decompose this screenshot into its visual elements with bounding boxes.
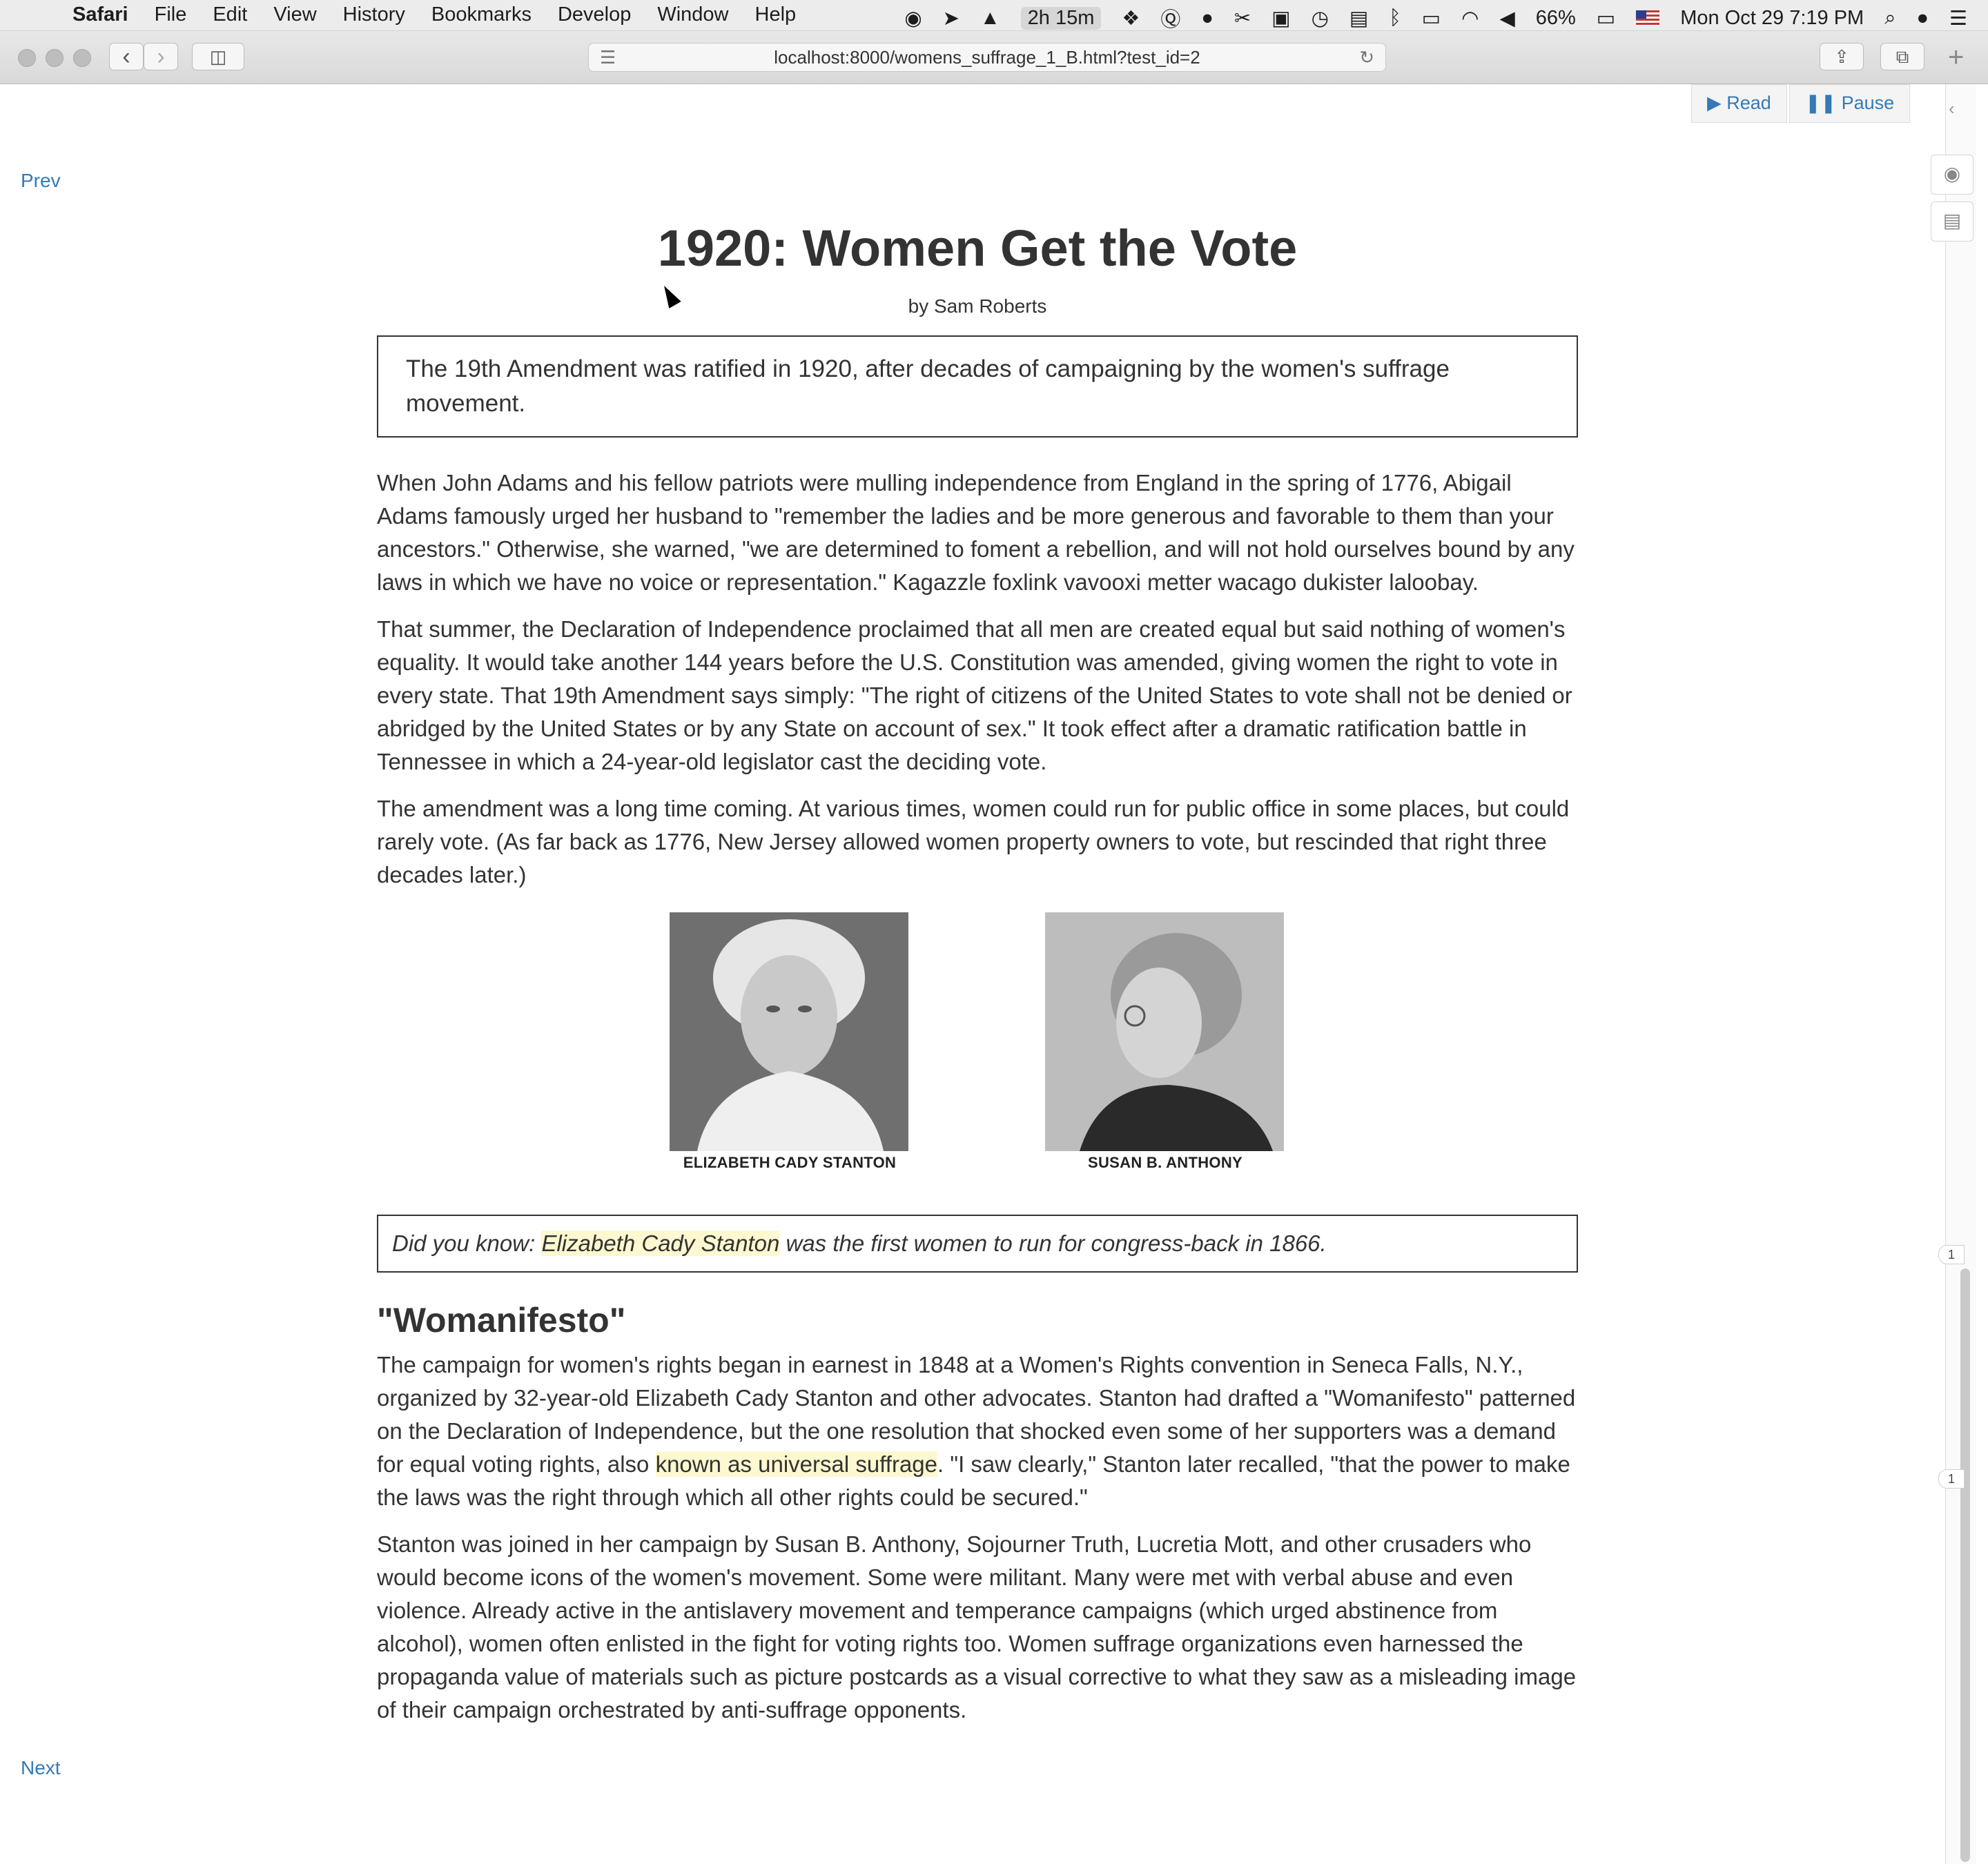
notification-center-icon[interactable]: ☰ xyxy=(1949,6,1967,30)
anthony-portrait-image xyxy=(1045,912,1284,1151)
menu-window[interactable]: Window xyxy=(657,3,728,26)
prev-link[interactable]: Prev xyxy=(21,170,61,192)
annotation-marker[interactable]: 1 xyxy=(1938,1469,1965,1489)
sidebar-toggle-icon[interactable]: ◫ xyxy=(192,43,244,70)
reader-view-icon[interactable]: ☰ xyxy=(600,43,616,71)
menu-view[interactable]: View xyxy=(273,3,316,26)
menu-history[interactable]: History xyxy=(343,3,405,26)
menu-bar: Safari File Edit View History Bookmarks … xyxy=(0,0,1988,31)
paragraph: That summer, the Declaration of Independ… xyxy=(377,616,1572,774)
menu-file[interactable]: File xyxy=(155,3,187,26)
scissors-icon[interactable]: ✂ xyxy=(1234,6,1251,30)
browser-toolbar: ‹ › ◫ ☰ localhost:8000/womens_suffrage_1… xyxy=(0,31,1988,84)
airplay-icon[interactable]: ▭ xyxy=(1422,6,1441,30)
menu-develop[interactable]: Develop xyxy=(558,3,631,26)
pause-icon: ❚❚ xyxy=(1804,92,1842,113)
play-icon: ▶ xyxy=(1707,92,1727,113)
highlighted-text[interactable]: known as universal suffrage xyxy=(655,1451,938,1477)
record-icon[interactable]: ◉ xyxy=(904,6,922,30)
figure-caption: SUSAN B. ANTHONY xyxy=(1088,1154,1242,1171)
docker-icon[interactable]: ▤ xyxy=(1349,6,1368,30)
menu-list: Safari File Edit View History Bookmarks … xyxy=(72,3,822,26)
scrollbar[interactable] xyxy=(1960,1268,1970,1862)
byline: by Sam Roberts xyxy=(908,295,1047,317)
location-icon[interactable]: ➤ xyxy=(943,6,959,30)
siri-icon[interactable]: ● xyxy=(1916,7,1929,30)
did-you-know-box: Did you know: Elizabeth Cady Stanton was… xyxy=(377,1215,1578,1273)
paragraph: When John Adams and his fellow patriots … xyxy=(377,470,1575,595)
pause-label: Pause xyxy=(1841,92,1895,113)
reload-icon[interactable]: ↻ xyxy=(1359,43,1374,71)
dropbox-icon[interactable]: ❖ xyxy=(1122,6,1140,30)
paragraph: The campaign for women's rights began in… xyxy=(377,1348,1578,1514)
spotlight-search-icon[interactable]: ⌕ xyxy=(1884,7,1896,30)
url-text[interactable]: localhost:8000/womens_suffrage_1_B.html?… xyxy=(774,47,1200,68)
highlighted-text[interactable]: Elizabeth Cady Stanton xyxy=(541,1230,780,1256)
figure-stanton: ELIZABETH CADY STANTON xyxy=(670,912,910,1172)
annotation-marker[interactable]: 1 xyxy=(1938,1245,1965,1264)
battery-percent[interactable]: 66% xyxy=(1536,7,1576,30)
figure-anthony: SUSAN B. ANTHONY xyxy=(1045,912,1285,1172)
pause-button[interactable]: ❚❚ Pause xyxy=(1789,84,1911,123)
wifi-icon[interactable]: ◠ xyxy=(1461,6,1479,30)
did-you-know-suffix: was the first women to run for congress-… xyxy=(779,1230,1327,1256)
read-label: Read xyxy=(1726,92,1771,113)
clock[interactable]: Mon Oct 29 7:19 PM xyxy=(1680,7,1864,30)
collapse-chevron-icon[interactable]: ‹ xyxy=(1949,98,1955,119)
eye-icon[interactable]: ◉ xyxy=(1931,155,1974,195)
back-button[interactable]: ‹ xyxy=(109,43,144,70)
input-source-flag-icon[interactable] xyxy=(1636,10,1660,26)
tabs-overview-icon[interactable]: ⧉ xyxy=(1880,43,1924,70)
window-zoom-button[interactable] xyxy=(73,49,91,67)
menu-help[interactable]: Help xyxy=(755,3,797,26)
portrait-figures: ELIZABETH CADY STANTON SUSAN B. ANTHONY xyxy=(377,912,1578,1195)
figure-caption: ELIZABETH CADY STANTON xyxy=(683,1154,897,1171)
battery-icon[interactable]: ▭ xyxy=(1597,6,1615,30)
summary-box: The 19th Amendment was ratified in 1920,… xyxy=(377,335,1578,438)
did-you-know-prefix: Did you know: xyxy=(392,1230,542,1256)
notes-icon[interactable]: ▤ xyxy=(1931,202,1974,242)
vlc-icon[interactable]: ▲ xyxy=(980,7,1000,30)
stanton-portrait-image xyxy=(670,912,908,1151)
menu-app-name[interactable]: Safari xyxy=(72,3,128,26)
clipboard-icon[interactable]: ▣ xyxy=(1271,6,1290,30)
timer-badge[interactable]: 2h 15m xyxy=(1020,6,1102,30)
address-bar[interactable]: ☰ localhost:8000/womens_suffrage_1_B.htm… xyxy=(588,43,1386,72)
read-button[interactable]: ▶ Read xyxy=(1691,84,1787,123)
volume-icon[interactable]: ◀ xyxy=(1499,6,1514,30)
menu-edit[interactable]: Edit xyxy=(213,3,247,26)
article: 1920: Women Get the Vote by Sam Roberts … xyxy=(377,214,1578,1727)
paragraph: Stanton was joined in her campaign by Su… xyxy=(377,1531,1577,1723)
bluetooth-icon[interactable]: ᛒ xyxy=(1389,7,1401,30)
grammarly-icon[interactable]: ● xyxy=(1201,7,1214,30)
paragraph: The amendment was a long time coming. At… xyxy=(377,796,1570,887)
quicktime-icon[interactable]: Ⓠ xyxy=(1160,3,1180,32)
next-link[interactable]: Next xyxy=(21,1757,61,1779)
new-tab-icon[interactable]: + xyxy=(1948,42,1964,73)
status-area: ◉ ➤ ▲ 2h 15m ❖ Ⓠ ● ✂ ▣ ◷ ▤ ᛒ ▭ ◠ ◀ 66% ▭… xyxy=(884,3,1967,32)
read-controls: ▶ Read ❚❚ Pause xyxy=(1691,84,1912,123)
section-heading: "Womanifesto" xyxy=(377,1301,626,1340)
window-minimize-button[interactable] xyxy=(46,49,64,67)
share-icon[interactable]: ⇪ xyxy=(1820,43,1864,70)
forward-button[interactable]: › xyxy=(144,43,178,70)
menu-bookmarks[interactable]: Bookmarks xyxy=(431,3,532,26)
time-machine-icon[interactable]: ◷ xyxy=(1312,6,1329,30)
window-close-button[interactable] xyxy=(18,49,36,67)
article-title: 1920: Women Get the Vote xyxy=(657,219,1298,277)
